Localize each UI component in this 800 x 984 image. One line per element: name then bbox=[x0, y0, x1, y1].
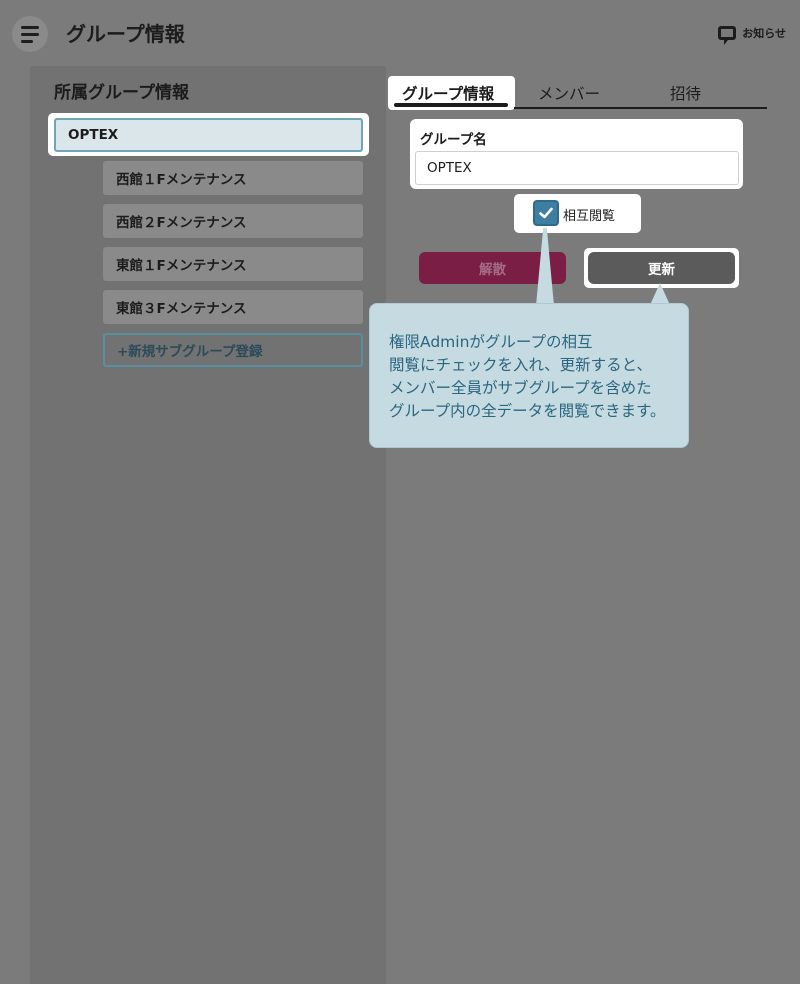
callout-line: グループ内の全データを閲覧できます。 bbox=[389, 402, 666, 420]
page-title: グループ情報 bbox=[66, 22, 185, 46]
callout-text: 権限Adminがグループの相互 閲覧にチェックを入れ、更新すると、 メンバー全員… bbox=[389, 331, 679, 423]
tab-members[interactable]: メンバー bbox=[538, 82, 600, 104]
callout-line: メンバー全員がサブグループを含めた bbox=[389, 379, 652, 397]
group-name-label: グループ名 bbox=[420, 132, 487, 148]
notice-label: お知らせ bbox=[742, 27, 786, 40]
notice-button[interactable]: お知らせ bbox=[718, 22, 786, 45]
group-name-input[interactable] bbox=[415, 151, 739, 185]
checkmark-icon bbox=[539, 207, 553, 219]
callout-line: 閲覧にチェックを入れ、更新すると、 bbox=[389, 356, 653, 374]
tab-invite[interactable]: 招待 bbox=[670, 82, 701, 104]
mutual-view-label: 相互閲覧 bbox=[563, 209, 616, 224]
tab-group-info[interactable]: グループ情報 bbox=[402, 82, 494, 104]
update-button[interactable]: 更新 bbox=[588, 252, 735, 284]
group-item-main[interactable]: OPTEX bbox=[54, 118, 363, 152]
mutual-view-checkbox[interactable] bbox=[533, 200, 559, 226]
sub-group-item[interactable]: 東館３Fメンテナンス bbox=[103, 290, 363, 324]
chat-bubble-icon bbox=[718, 26, 737, 45]
sub-group-item[interactable]: 西館２Fメンテナンス bbox=[103, 204, 363, 238]
add-sub-group-button[interactable]: +新規サブグループ登録 bbox=[103, 333, 363, 367]
section-title: 所属グループ情報 bbox=[54, 83, 189, 103]
callout-line: 権限Adminがグループの相互 bbox=[389, 333, 593, 351]
app-header: グループ情報 お知らせ bbox=[0, 0, 800, 66]
active-tab-indicator bbox=[394, 103, 508, 107]
sub-group-item[interactable]: 西館１Fメンテナンス bbox=[103, 161, 363, 195]
menu-icon[interactable] bbox=[12, 16, 48, 52]
sub-group-item[interactable]: 東館１Fメンテナンス bbox=[103, 247, 363, 281]
tab-divider bbox=[514, 107, 767, 109]
